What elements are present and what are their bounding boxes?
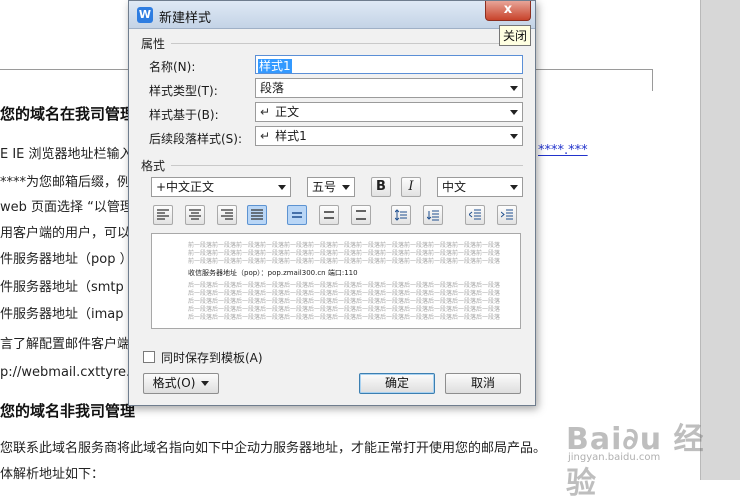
bold-button[interactable]: B bbox=[371, 177, 391, 197]
wps-app-icon: W bbox=[137, 7, 153, 23]
space-before-button[interactable] bbox=[391, 205, 411, 225]
doc-link[interactable]: ****.*** bbox=[538, 143, 588, 158]
close-button[interactable]: x bbox=[485, 1, 531, 21]
align-justify-icon bbox=[251, 209, 263, 220]
italic-button[interactable]: I bbox=[401, 177, 421, 197]
single-spacing-button[interactable] bbox=[287, 205, 307, 225]
font-select[interactable]: +中文正文 bbox=[151, 177, 291, 197]
chevron-down-icon bbox=[278, 185, 286, 190]
chevron-down-icon bbox=[510, 86, 518, 91]
watermark-url: jingyan.baidu.com bbox=[568, 452, 661, 463]
dialog-titlebar[interactable]: W 新建样式 x bbox=[129, 1, 535, 29]
ok-button[interactable]: 确定 bbox=[359, 373, 435, 394]
style-type-value: 段落 bbox=[260, 81, 285, 95]
font-size-value: 五号 bbox=[312, 180, 337, 194]
chevron-down-icon bbox=[510, 110, 518, 115]
indent-decrease-icon bbox=[469, 209, 481, 220]
doc-line: 件服务器地址（imap ） bbox=[0, 307, 141, 322]
preview-sample-text: 收信服务器地址（pop）：pop.zmail300.cn 端口:110 bbox=[188, 269, 358, 277]
name-label: 名称(N): bbox=[149, 60, 196, 74]
line-spacing-onehalf-icon bbox=[324, 211, 334, 219]
align-center-button[interactable] bbox=[185, 205, 205, 225]
doc-line: 用客户端的用户，可以 bbox=[0, 226, 131, 241]
next-style-label: 后续段落样式(S): bbox=[149, 132, 243, 146]
style-name-selected-text: 样式1 bbox=[258, 59, 292, 73]
space-after-button[interactable] bbox=[423, 205, 443, 225]
double-spacing-button[interactable] bbox=[351, 205, 371, 225]
font-value: +中文正文 bbox=[156, 180, 215, 194]
align-left-icon bbox=[157, 209, 169, 220]
preview-next-text: 后一段落后一段落后一段落后一段落后一段落后一段落后一段落后一段落后一段落后一段落… bbox=[188, 314, 501, 321]
new-style-dialog: W 新建样式 x 属性 名称(N): 样式1 样式类型(T): 段落 样式基于(… bbox=[128, 0, 536, 406]
based-on-label: 样式基于(B): bbox=[149, 108, 219, 122]
preview-previous-text: 前一段落前一段落前一段落前一段落前一段落前一段落前一段落前一段落前一段落前一段落… bbox=[188, 258, 501, 265]
doc-line: E IE 浏览器地址栏输入 bbox=[0, 147, 133, 162]
properties-section-label: 属性 bbox=[141, 37, 166, 51]
doc-heading: 您的域名非我司管理 bbox=[0, 402, 136, 420]
workspace-margin bbox=[700, 0, 740, 480]
style-name-input[interactable]: 样式1 bbox=[255, 55, 523, 74]
doc-line: 件服务器地址（pop ） bbox=[0, 252, 133, 267]
watermark-logo: Bai∂u 经验 jingyan.baidu.com bbox=[566, 414, 726, 501]
align-center-icon bbox=[189, 209, 201, 220]
chevron-down-icon bbox=[510, 134, 518, 139]
chevron-down-icon bbox=[201, 381, 210, 386]
format-divider bbox=[171, 165, 523, 166]
line-spacing-double-icon bbox=[356, 210, 366, 220]
chevron-down-icon bbox=[510, 185, 518, 190]
doc-line: 体解析地址如下： bbox=[0, 467, 105, 482]
style-type-label: 样式类型(T): bbox=[149, 84, 218, 98]
dialog-title: 新建样式 bbox=[159, 11, 212, 26]
based-on-select[interactable]: ↵ 正文 bbox=[255, 102, 523, 122]
paragraph-mark-icon: ↵ bbox=[260, 129, 271, 143]
chevron-down-icon bbox=[342, 185, 350, 190]
properties-divider bbox=[171, 43, 523, 44]
justify-button[interactable] bbox=[247, 205, 267, 225]
save-to-template-label: 同时保存到模板(A) bbox=[161, 351, 263, 365]
language-select[interactable]: 中文 bbox=[437, 177, 523, 197]
doc-line: 件服务器地址（smtp ） bbox=[0, 280, 141, 295]
doc-line: p://webmail.cxttyre.c bbox=[0, 365, 138, 380]
doc-heading: 您的域名在我司管理 bbox=[0, 105, 136, 123]
format-menu-label: 格式(O) bbox=[152, 376, 196, 390]
align-left-button[interactable] bbox=[153, 205, 173, 225]
paragraph-spacing-after-icon bbox=[427, 210, 439, 221]
paragraph-spacing-before-icon bbox=[395, 209, 407, 221]
doc-line: 言了解配置邮件客户端 bbox=[0, 337, 131, 352]
format-menu-button[interactable]: 格式(O) bbox=[143, 373, 219, 394]
next-style-value: 样式1 bbox=[275, 129, 307, 143]
align-right-button[interactable] bbox=[217, 205, 237, 225]
align-right-icon bbox=[221, 209, 233, 220]
indent-increase-icon bbox=[501, 209, 513, 220]
language-value: 中文 bbox=[442, 180, 467, 194]
line-spacing-single-icon bbox=[292, 212, 302, 218]
decrease-indent-button[interactable] bbox=[465, 205, 485, 225]
header-rule-corner bbox=[652, 69, 653, 91]
style-preview: 前一段落前一段落前一段落前一段落前一段落前一段落前一段落前一段落前一段落前一段落… bbox=[151, 233, 521, 329]
increase-indent-button[interactable] bbox=[497, 205, 517, 225]
save-to-template-checkbox[interactable] bbox=[143, 351, 155, 363]
paragraph-mark-icon: ↵ bbox=[260, 105, 271, 119]
next-style-select[interactable]: ↵ 样式1 bbox=[255, 126, 523, 146]
font-size-select[interactable]: 五号 bbox=[307, 177, 355, 197]
style-type-select[interactable]: 段落 bbox=[255, 78, 523, 98]
cancel-button[interactable]: 取消 bbox=[445, 373, 521, 394]
doc-line: web 页面选择 “以管理 bbox=[0, 200, 133, 215]
format-section-label: 格式 bbox=[141, 159, 166, 173]
one-half-spacing-button[interactable] bbox=[319, 205, 339, 225]
based-on-value: 正文 bbox=[275, 105, 300, 119]
doc-line: ****为您邮箱后缀，例 bbox=[0, 175, 131, 190]
close-tooltip: 关闭 bbox=[499, 25, 532, 46]
doc-line: 您联系此域名服务商将此域名指向如下中企动力服务器地址，才能正常打开使用您的邮局产… bbox=[0, 441, 547, 456]
